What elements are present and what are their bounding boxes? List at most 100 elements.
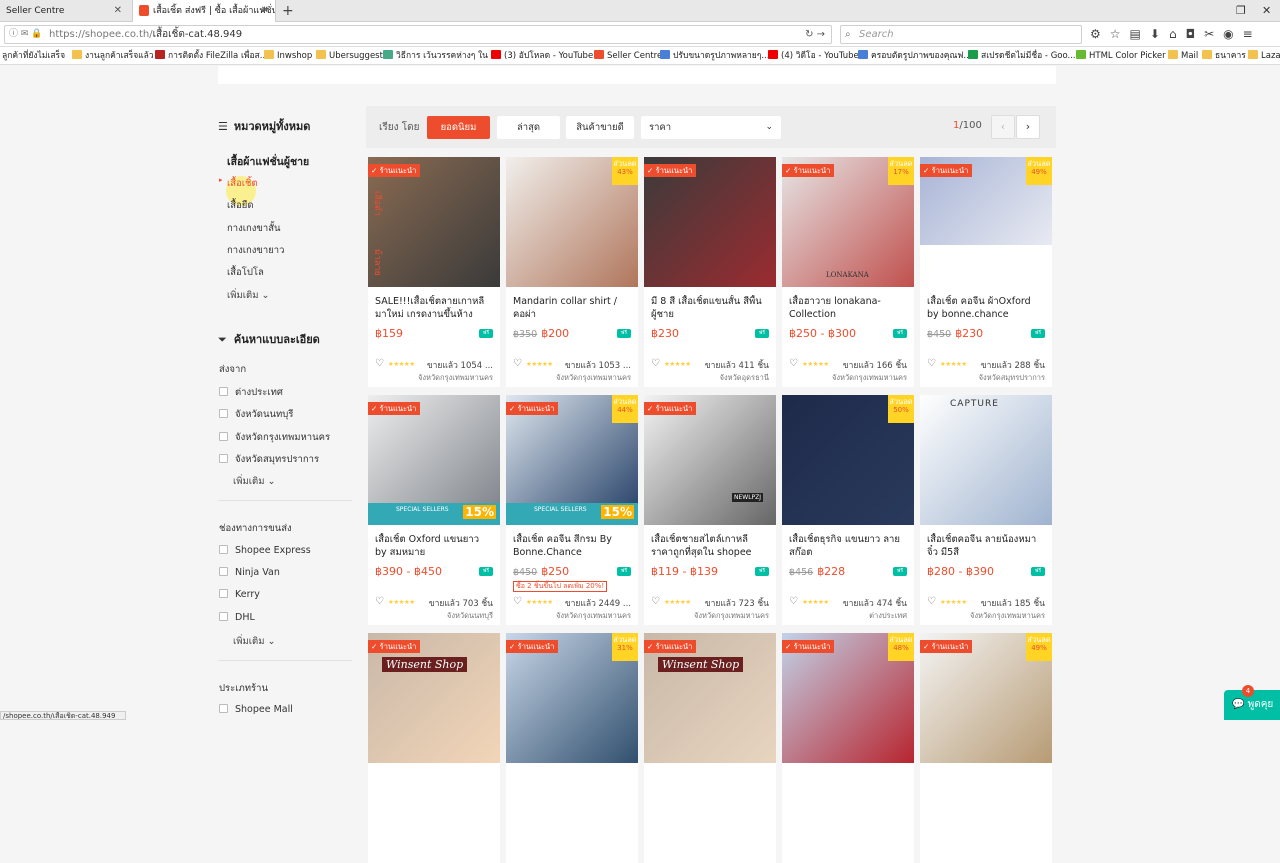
download-icon[interactable]: ⬇ bbox=[1150, 25, 1160, 44]
product-card[interactable]: SPECIAL SELLERS 15% ✓ ร้านแนะนำ เสื้อเชิ้ต … bbox=[368, 395, 500, 625]
checkbox[interactable] bbox=[219, 387, 228, 396]
product-card[interactable]: Winsent Shop ✓ ร้านแนะนำ bbox=[368, 633, 500, 863]
like-heart-icon[interactable]: ♡ bbox=[651, 596, 660, 607]
product-card[interactable]: CAPTURE เสื้อเชิ้ตคอจีน ลายน้องหมา จิ๋ว ม… bbox=[920, 395, 1052, 625]
category-shirt[interactable]: ▸ เสื้อเชิ้ต bbox=[219, 176, 258, 191]
extension-icon[interactable]: ⚙ bbox=[1090, 25, 1101, 44]
checkbox[interactable] bbox=[219, 545, 228, 554]
shipping-option[interactable]: Shopee Express bbox=[219, 545, 311, 556]
menu-icon[interactable]: ≡ bbox=[1243, 25, 1253, 44]
shipping-option[interactable]: Kerry bbox=[219, 589, 260, 600]
bookmark-item[interactable]: วิธีการ เว้นวรรคห่างๆ ใน ... bbox=[383, 47, 499, 64]
category-polo[interactable]: เสื้อโปโล bbox=[227, 265, 264, 280]
ship-from-more-button[interactable]: เพิ่มเติม ⌄ bbox=[233, 474, 275, 489]
product-card[interactable]: ✓ ร้านแนะนำ ส่วนลด 49% เสื้อเชิ้ต คอจีน ผ้า… bbox=[920, 157, 1052, 387]
category-shorts[interactable]: กางเกงขาสั้น bbox=[227, 221, 280, 236]
close-icon[interactable]: ✕ bbox=[114, 0, 122, 22]
product-card[interactable]: SPECIAL SELLERS 15% ✓ ร้านแนะนำ ส่วนลด 44% เส… bbox=[506, 395, 638, 625]
ship-from-option[interactable]: จังหวัดสมุทรปราการ bbox=[219, 452, 319, 467]
sort-bestseller-button[interactable]: สินค้าขายดี bbox=[566, 116, 634, 139]
like-heart-icon[interactable]: ♡ bbox=[513, 358, 522, 369]
category-tshirt[interactable]: เสื้อยืด bbox=[227, 198, 254, 213]
bookmark-item[interactable]: Mail bbox=[1168, 47, 1198, 64]
close-icon[interactable]: ✕ bbox=[261, 0, 269, 22]
bookmark-item[interactable]: การติดตั้ง FileZilla เพื่อส... bbox=[155, 47, 268, 64]
product-card[interactable]: Winsent Shop ✓ ร้านแนะนำ bbox=[644, 633, 776, 863]
ship-from-option[interactable]: จังหวัดกรุงเทพมหานคร bbox=[219, 430, 330, 445]
chat-button[interactable]: 💬 4 พูดคุย bbox=[1224, 685, 1280, 720]
product-name[interactable]: เสื้อเชิ้ต คอจีน สีกรม By Bonne.Chance bbox=[513, 533, 631, 559]
next-page-button[interactable]: › bbox=[1016, 115, 1040, 139]
pocket-icon[interactable]: ◘ bbox=[1186, 25, 1196, 44]
product-card[interactable]: เสือดำ ม้าลาย ✓ ร้านแนะนำ SALE!!!เสื้อเชิ้ต… bbox=[368, 157, 500, 387]
category-trousers[interactable]: กางเกงขายาว bbox=[227, 243, 284, 258]
product-name[interactable]: เสื้อฮาวาย lonakana-Collection bbox=[789, 295, 907, 321]
like-heart-icon[interactable]: ♡ bbox=[927, 358, 936, 369]
like-heart-icon[interactable]: ♡ bbox=[513, 596, 522, 607]
product-card[interactable]: ✓ ร้านแนะนำ ส่วนลด 31% bbox=[506, 633, 638, 863]
bookmark-item[interactable]: ครอบตัดรูปภาพของคุณฟ... bbox=[858, 47, 972, 64]
bookmark-star-icon[interactable]: ☆ bbox=[1110, 25, 1121, 44]
like-heart-icon[interactable]: ♡ bbox=[375, 358, 384, 369]
bookmark-item[interactable]: Seller Centre bbox=[594, 47, 662, 64]
home-icon[interactable]: ⌂ bbox=[1169, 25, 1177, 44]
product-card[interactable]: ✓ ร้านแนะนำ ส่วนลด 48% bbox=[782, 633, 914, 863]
shipping-option[interactable]: Ninja Van bbox=[219, 567, 280, 578]
product-card[interactable]: ✓ ร้านแนะนำ มี 8 สี เสื้อเชิ้ตแขนสั้น สีพ… bbox=[644, 157, 776, 387]
product-name[interactable]: มี 8 สี เสื้อเชิ้ตแขนสั้น สีพื้น ผู้ชาย bbox=[651, 295, 769, 321]
sort-latest-button[interactable]: ล่าสุด bbox=[497, 116, 560, 139]
parent-category[interactable]: เสื้อผ้าแฟชั่นผู้ชาย bbox=[227, 153, 309, 170]
reload-icon[interactable]: ↻ → bbox=[805, 26, 825, 43]
product-name[interactable]: เสื้อเชิ้ต คอจีน ผ้าOxford by bonne.chan… bbox=[927, 295, 1045, 321]
checkbox[interactable] bbox=[219, 612, 228, 621]
checkbox[interactable] bbox=[219, 454, 228, 463]
product-card[interactable]: LONAKANA ✓ ร้านแนะนำ ส่วนลด 17% เสื้อฮาวาย l… bbox=[782, 157, 914, 387]
shop-type-option[interactable]: Shopee Mall bbox=[219, 704, 293, 715]
categories-more-button[interactable]: เพิ่มเติม ⌄ bbox=[227, 288, 269, 303]
checkbox[interactable] bbox=[219, 589, 228, 598]
prev-page-button[interactable]: ‹ bbox=[991, 115, 1015, 139]
bookmark-item[interactable]: Laza bbox=[1248, 47, 1280, 64]
ship-from-option[interactable]: ต่างประเทศ bbox=[219, 385, 283, 400]
product-card[interactable]: NEWLPZJ ✓ ร้านแนะนำ เสื้อเชิ้ตชายสไตล์เกาห… bbox=[644, 395, 776, 625]
like-heart-icon[interactable]: ♡ bbox=[375, 596, 384, 607]
shipping-option[interactable]: DHL bbox=[219, 612, 255, 623]
bookmark-item[interactable]: งานลูกค้าเสร็จแล้ว bbox=[72, 47, 154, 64]
search-input[interactable]: ⌕ Search bbox=[840, 25, 1082, 44]
address-bar[interactable]: ⓘ ✉ 🔒 https://shopee.co.th/เสื้อเชิ้ต-ca… bbox=[4, 25, 832, 44]
new-tab-button[interactable]: + bbox=[282, 0, 294, 22]
checkbox[interactable] bbox=[219, 432, 228, 441]
all-categories-heading[interactable]: ☰ หมวดหมู่ทั้งหมด bbox=[218, 117, 310, 135]
product-card[interactable]: ✓ ร้านแนะนำ ส่วนลด 49% bbox=[920, 633, 1052, 863]
like-heart-icon[interactable]: ♡ bbox=[789, 358, 798, 369]
bookmark-item[interactable]: (4) วิดีโอ - YouTube bbox=[768, 47, 859, 64]
bookmark-item[interactable]: Ubersuggest bbox=[316, 47, 383, 64]
reading-list-icon[interactable]: ▤ bbox=[1130, 25, 1141, 44]
like-heart-icon[interactable]: ♡ bbox=[651, 358, 660, 369]
shipping-more-button[interactable]: เพิ่มเติม ⌄ bbox=[233, 634, 275, 649]
tab-shopee[interactable]: เสื้อเชิ้ต ส่งฟรี | ซื้อ เสื้อผ้าแฟชั่น … bbox=[132, 0, 276, 23]
product-name[interactable]: Mandarin collar shirt / คอผ่า bbox=[513, 295, 631, 321]
bookmark-item[interactable]: ลูกค้าที่ยังไม่เสร็จ bbox=[2, 47, 65, 64]
sync-icon[interactable]: ◉ bbox=[1223, 25, 1233, 44]
bookmark-item[interactable]: Inwshop bbox=[264, 47, 312, 64]
product-name[interactable]: SALE!!!เสื้อเชิ้ตลายเกาหลี มาใหม่ เกรดงา… bbox=[375, 295, 493, 321]
bookmark-item[interactable]: ธนาคาร bbox=[1202, 47, 1246, 64]
ship-from-option[interactable]: จังหวัดนนทบุรี bbox=[219, 407, 293, 422]
sort-popular-button[interactable]: ยอดนิยม bbox=[427, 116, 490, 139]
bookmark-item[interactable]: สเปรดชีตไม่มีชื่อ - Goo... bbox=[968, 47, 1076, 64]
product-name[interactable]: เสื้อเชิ้ตชายสไตล์เกาหลี ราคาถูกที่สุดใน… bbox=[651, 533, 769, 559]
product-card[interactable]: ส่วนลด 43% Mandarin collar shirt / คอผ่า ฿3… bbox=[506, 157, 638, 387]
like-heart-icon[interactable]: ♡ bbox=[789, 596, 798, 607]
like-heart-icon[interactable]: ♡ bbox=[927, 596, 936, 607]
bookmark-item[interactable]: HTML Color Picker bbox=[1076, 47, 1166, 64]
bookmark-item[interactable]: (3) อัปโหลด - YouTube bbox=[491, 47, 593, 64]
site-info-icon[interactable]: ⓘ ✉ 🔒 bbox=[9, 26, 42, 43]
product-name[interactable]: เสื้อเชิ้ตธุรกิจ แขนยาว ลายสก๊อต bbox=[789, 533, 907, 559]
product-card[interactable]: ส่วนลด 50% เสื้อเชิ้ตธุรกิจ แขนยาว ลายสก๊อ… bbox=[782, 395, 914, 625]
restore-icon[interactable]: ❐ bbox=[1236, 0, 1246, 22]
screenshot-icon[interactable]: ✂ bbox=[1204, 25, 1214, 44]
product-image[interactable] bbox=[920, 395, 1052, 525]
price-sort-select[interactable]: ราคา ⌄ bbox=[641, 116, 781, 139]
product-name[interactable]: เสื้อเชิ้ตคอจีน ลายน้องหมา จิ๋ว มี5สี bbox=[927, 533, 1045, 559]
